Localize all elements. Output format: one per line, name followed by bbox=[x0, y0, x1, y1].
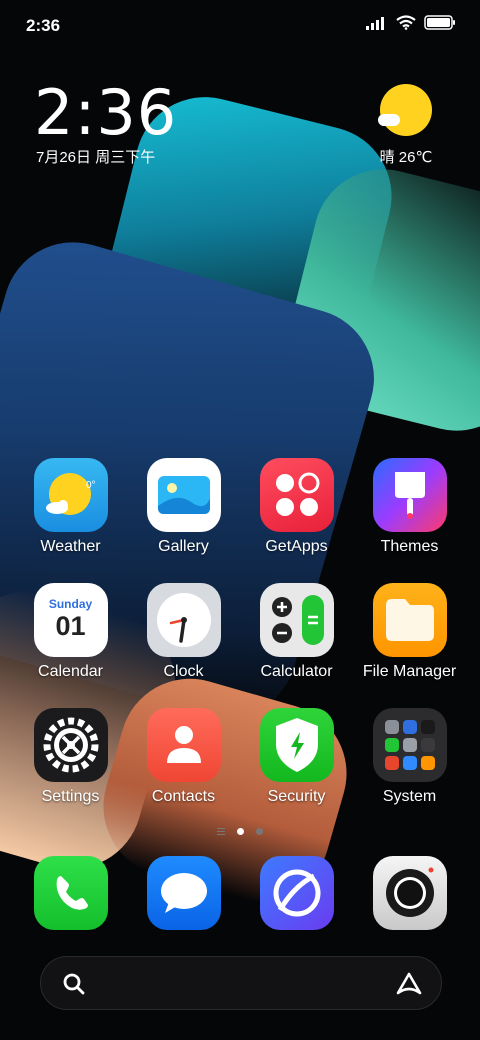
app-label: Clock bbox=[163, 663, 204, 680]
search-icon[interactable] bbox=[61, 971, 87, 997]
calendar-icon: Sunday 01 bbox=[33, 583, 108, 657]
app-label: Themes bbox=[380, 538, 439, 555]
browser-icon bbox=[259, 856, 334, 930]
status-icons bbox=[366, 15, 456, 30]
battery-icon bbox=[424, 15, 455, 30]
app-label: File Manager bbox=[362, 663, 457, 680]
dock-app-messages[interactable] bbox=[127, 856, 240, 930]
app-row: 0° Weather Gallery GetApps Themes bbox=[14, 458, 466, 583]
status-bar: 2:36 bbox=[0, 0, 480, 50]
assistant-icon[interactable] bbox=[395, 971, 423, 997]
calendar-day: Sunday bbox=[48, 597, 93, 611]
weather-temp-badge: 0° bbox=[86, 480, 96, 491]
calculator-icon bbox=[259, 583, 334, 657]
app-label: Weather bbox=[40, 538, 101, 555]
app-label: Calendar bbox=[38, 663, 103, 680]
page-dot bbox=[256, 828, 263, 835]
clock-icon bbox=[146, 583, 221, 657]
app-system-folder[interactable]: System bbox=[353, 708, 466, 833]
app-drawer-indicator-icon bbox=[217, 828, 225, 835]
messages-icon bbox=[146, 856, 221, 930]
settings-icon bbox=[33, 708, 108, 782]
dock bbox=[14, 856, 466, 930]
status-time: 2:36 bbox=[26, 16, 61, 35]
app-label: System bbox=[382, 788, 437, 805]
dock-app-browser[interactable] bbox=[240, 856, 353, 930]
dock-app-camera[interactable] bbox=[353, 856, 466, 930]
calendar-date: 01 bbox=[55, 611, 86, 641]
signal-icon bbox=[366, 16, 384, 30]
app-label: Calculator bbox=[260, 663, 333, 680]
file-manager-icon bbox=[372, 583, 447, 657]
dock-app-phone[interactable] bbox=[14, 856, 127, 930]
app-contacts[interactable]: Contacts bbox=[127, 708, 240, 833]
widget-weather-text: 晴 26℃ bbox=[379, 149, 433, 166]
gallery-icon bbox=[146, 458, 221, 532]
security-icon bbox=[259, 708, 334, 782]
app-grid: 0° Weather Gallery GetApps Themes Sunday… bbox=[14, 458, 466, 833]
app-calculator[interactable]: Calculator bbox=[240, 583, 353, 708]
system-folder-icon bbox=[372, 708, 447, 782]
app-themes[interactable]: Themes bbox=[353, 458, 466, 583]
app-gallery[interactable]: Gallery bbox=[127, 458, 240, 583]
app-file-manager[interactable]: File Manager bbox=[353, 583, 466, 708]
app-label: Security bbox=[267, 788, 326, 805]
app-clock[interactable]: Clock bbox=[127, 583, 240, 708]
app-label: Settings bbox=[41, 788, 100, 805]
app-label: Gallery bbox=[158, 538, 209, 555]
page-dot-active bbox=[237, 828, 244, 835]
themes-icon bbox=[372, 458, 447, 532]
app-calendar[interactable]: Sunday 01 Calendar bbox=[14, 583, 127, 708]
app-row: Settings Contacts Security System bbox=[14, 708, 466, 833]
app-settings[interactable]: Settings bbox=[14, 708, 127, 833]
widget-weather[interactable]: 晴 26℃ bbox=[366, 82, 446, 167]
home-search-bar[interactable] bbox=[40, 956, 442, 1010]
sun-icon bbox=[378, 84, 432, 136]
phone-icon bbox=[33, 856, 108, 930]
app-getapps[interactable]: GetApps bbox=[240, 458, 353, 583]
app-weather[interactable]: 0° Weather bbox=[14, 458, 127, 583]
page-indicator[interactable] bbox=[0, 828, 480, 835]
weather-icon: 0° bbox=[33, 458, 108, 532]
app-row: Sunday 01 Calendar Clock Calculator File… bbox=[14, 583, 466, 708]
app-label: GetApps bbox=[265, 538, 328, 555]
camera-icon bbox=[372, 856, 447, 930]
wifi-icon bbox=[396, 15, 416, 30]
getapps-icon bbox=[259, 458, 334, 532]
widget-date[interactable]: 7月26日 周三下午 bbox=[36, 146, 155, 167]
widget-clock-time[interactable]: 2:36 bbox=[34, 76, 177, 149]
app-label: Contacts bbox=[151, 788, 216, 805]
contacts-icon bbox=[146, 708, 221, 782]
app-security[interactable]: Security bbox=[240, 708, 353, 833]
